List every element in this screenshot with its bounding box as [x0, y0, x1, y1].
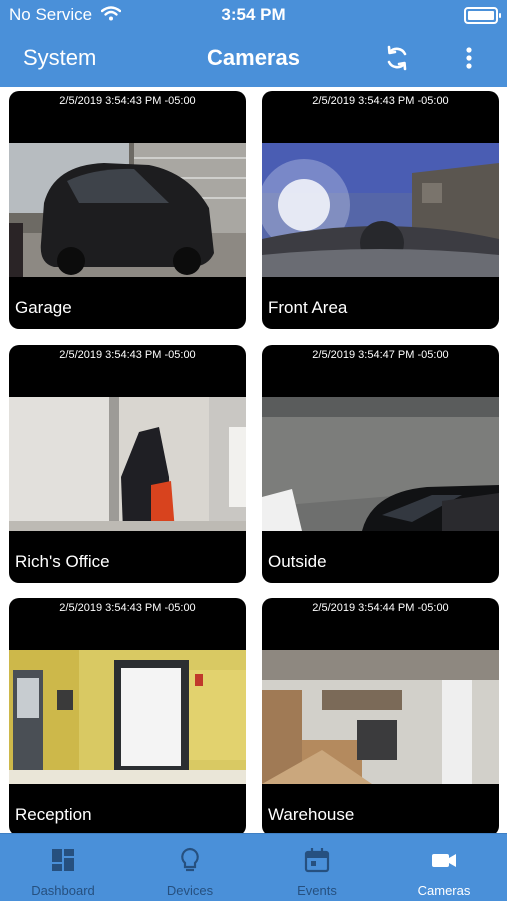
lightbulb-icon: [176, 846, 204, 874]
camera-timestamp: 2/5/2019 3:54:43 PM -05:00: [59, 349, 196, 361]
camera-timestamp: 2/5/2019 3:54:43 PM -05:00: [59, 602, 196, 614]
camera-thumbnail: [262, 143, 499, 277]
camera-name: Garage: [15, 298, 72, 317]
tab-label: Cameras: [417, 883, 471, 898]
camera-card-front-area[interactable]: 2/5/2019 3:54:43 PM -05:00 Front Area: [262, 91, 499, 329]
camera-card-reception[interactable]: 2/5/2019 3:54:43 PM -05:00 Reception: [9, 598, 246, 836]
status-bar: No Service 3:54 PM: [0, 0, 507, 32]
tab-bar: Dashboard Devices Events Cameras: [0, 833, 507, 901]
camera-thumbnail: [9, 143, 246, 277]
camera-timestamp: 2/5/2019 3:54:43 PM -05:00: [59, 95, 196, 107]
camera-name: Outside: [268, 552, 327, 571]
tab-label: Devices: [166, 883, 214, 898]
battery-icon: [464, 7, 501, 24]
clock: 3:54 PM: [221, 5, 286, 24]
camera-name: Reception: [15, 805, 92, 824]
camera-grid: 2/5/2019 3:54:43 PM -05:00 Garage 2/5/20…: [0, 87, 507, 836]
camera-name: Front Area: [268, 298, 348, 317]
video-camera-icon: [430, 846, 458, 874]
camera-timestamp: 2/5/2019 3:54:44 PM -05:00: [312, 602, 449, 614]
system-button[interactable]: System: [23, 45, 96, 71]
dashboard-icon: [49, 846, 77, 874]
camera-timestamp: 2/5/2019 3:54:47 PM -05:00: [312, 349, 449, 361]
nav-bar: System Cameras: [0, 32, 507, 87]
camera-name: Warehouse: [268, 805, 355, 824]
camera-card-outside[interactable]: 2/5/2019 3:54:47 PM -05:00 Outside: [262, 345, 499, 583]
camera-timestamp: 2/5/2019 3:54:43 PM -05:00: [312, 95, 449, 107]
tab-label: Events: [297, 883, 337, 898]
tab-cameras[interactable]: Cameras: [381, 834, 507, 901]
camera-thumbnail: [262, 397, 499, 531]
more-vertical-icon[interactable]: [461, 44, 477, 72]
camera-card-richs-office[interactable]: 2/5/2019 3:54:43 PM -05:00 Rich's Office: [9, 345, 246, 583]
camera-name: Rich's Office: [15, 552, 110, 571]
tab-devices[interactable]: Devices: [127, 834, 253, 901]
tab-label: Dashboard: [31, 883, 95, 898]
tab-dashboard[interactable]: Dashboard: [0, 834, 126, 901]
camera-card-garage[interactable]: 2/5/2019 3:54:43 PM -05:00 Garage: [9, 91, 246, 329]
tab-events[interactable]: Events: [254, 834, 380, 901]
camera-card-warehouse[interactable]: 2/5/2019 3:54:44 PM -05:00 Warehouse: [262, 598, 499, 836]
camera-thumbnail: [262, 650, 499, 784]
camera-thumbnail: [9, 650, 246, 784]
refresh-icon[interactable]: [383, 44, 411, 72]
calendar-icon: [303, 846, 331, 874]
camera-thumbnail: [9, 397, 246, 531]
top-bar: No Service 3:54 PM System Cameras: [0, 0, 507, 87]
